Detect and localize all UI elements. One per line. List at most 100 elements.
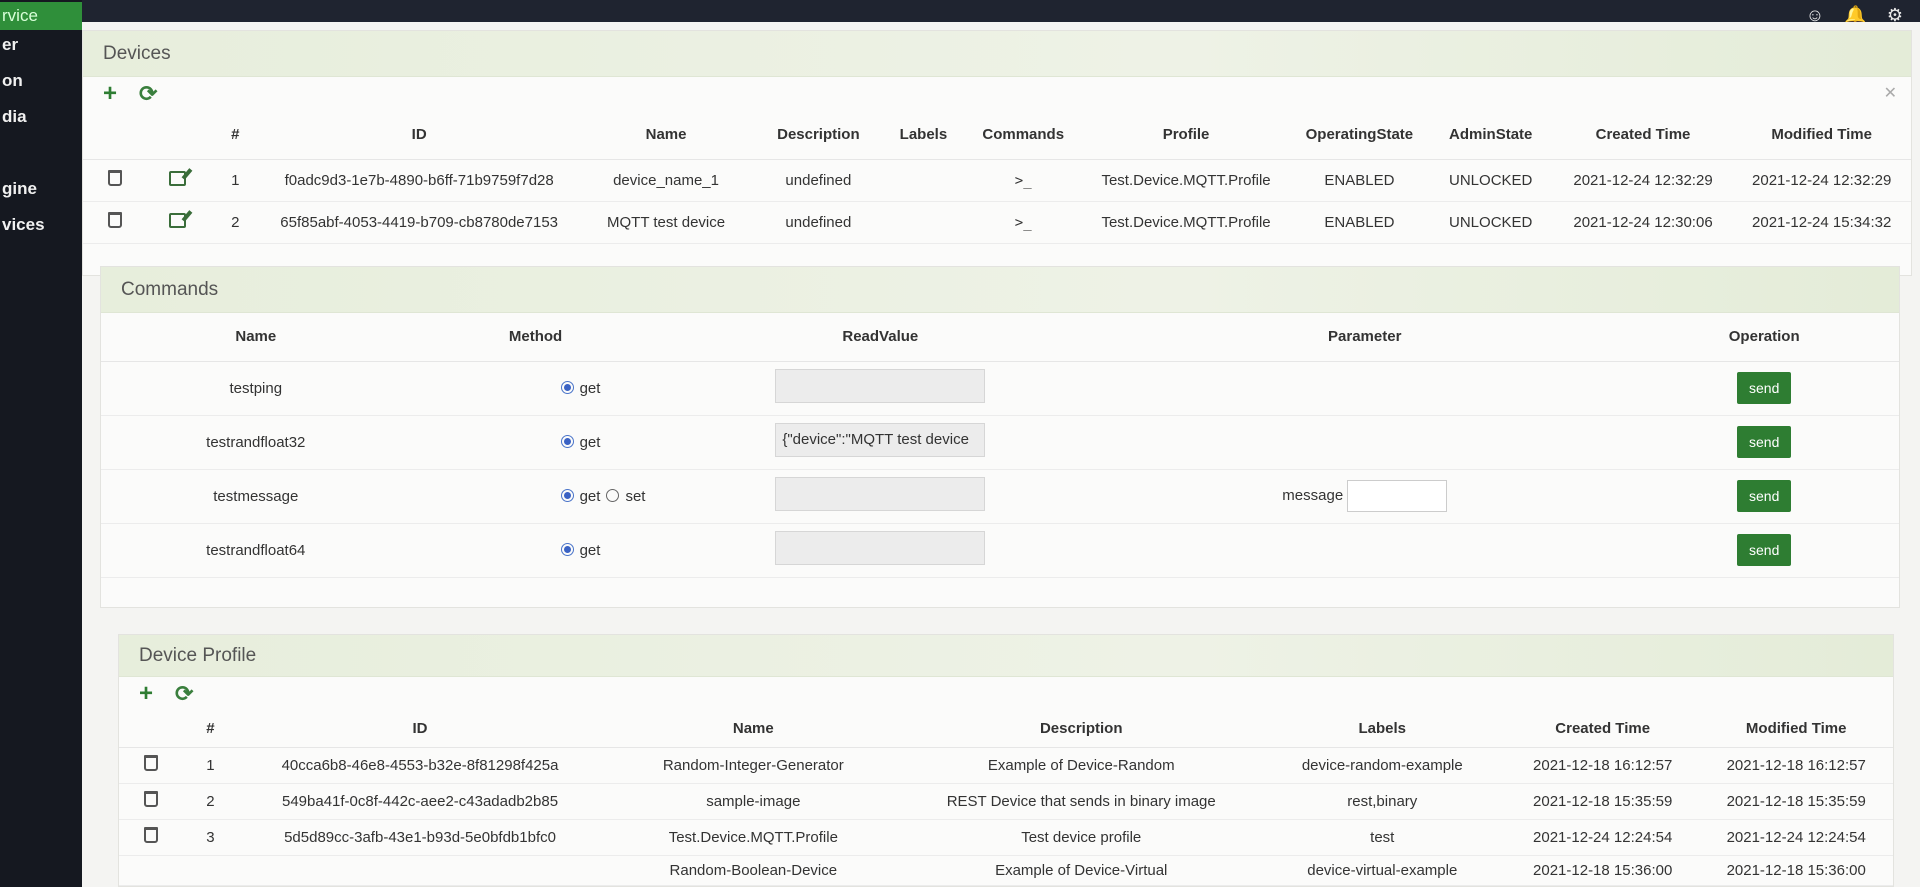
table-row: testrandfloat32 get {"device":"MQTT test… (101, 415, 1899, 470)
device-profile: Test.Device.MQTT.Profile (1081, 159, 1292, 202)
trash-icon[interactable] (144, 791, 159, 807)
command-name: testrandfloat32 (101, 415, 411, 470)
method-get-radio[interactable] (560, 434, 574, 448)
device-created: 2021-12-24 12:30:06 (1553, 201, 1733, 244)
terminal-icon[interactable]: >_ (1015, 173, 1032, 189)
readvalue-field[interactable] (775, 477, 986, 511)
col-cmd-operation: Operation (1629, 313, 1899, 362)
sidebar-item-dia[interactable]: dia (0, 102, 82, 138)
device-description: undefined (755, 201, 882, 244)
profile-id: 549ba41f-0c8f-442c-aee2-c43adadb2b85 (237, 783, 603, 820)
delete-cell (83, 201, 147, 244)
commands-header-row: Name Method ReadValue Parameter Operatio… (101, 313, 1899, 362)
method-cell: get (410, 361, 661, 416)
send-button[interactable]: send (1737, 426, 1792, 458)
terminal-icon[interactable]: >_ (1015, 215, 1032, 231)
profile-description: Test device profile (903, 819, 1259, 856)
col-cmd-readvalue: ReadValue (660, 313, 1101, 362)
col-labels: Labels (881, 111, 966, 160)
sidebar-item-er[interactable]: er (0, 30, 82, 66)
method-cell: get set (410, 469, 661, 524)
refresh-icon[interactable]: ⟳ (175, 682, 193, 706)
trash-icon[interactable] (144, 755, 159, 771)
profile-modified: 2021-12-18 16:12:57 (1699, 747, 1893, 784)
profiles-header-row: # ID Name Description Labels Created Tim… (119, 711, 1893, 748)
profiles-table: # ID Name Description Labels Created Tim… (119, 711, 1893, 886)
readvalue-cell (660, 523, 1101, 578)
readvalue-cell: {"device":"MQTT test device (660, 415, 1101, 470)
refresh-icon[interactable]: ⟳ (139, 82, 157, 106)
device-id: 65f85abf-4053-4419-b709-cb8780de7153 (261, 201, 577, 244)
close-icon[interactable]: ✕ (1884, 83, 1897, 103)
col-admin-state: AdminState (1427, 111, 1554, 160)
parameter-label: message (1282, 486, 1344, 504)
trash-icon[interactable] (107, 212, 122, 228)
col-created-time: Created Time (1553, 111, 1733, 160)
device-description: undefined (755, 159, 882, 202)
device-profile-panel: Device Profile + ⟳ # ID Name Description… (118, 634, 1894, 887)
main-content: Devices ✕ + ⟳ # ID Name Description Labe… (82, 22, 1920, 887)
readvalue-field[interactable] (775, 369, 986, 403)
readvalue-cell (660, 361, 1101, 416)
sidebar-item-service[interactable]: rvice (0, 2, 82, 30)
col-cmd-name: Name (101, 313, 411, 362)
sidebar-item-devices[interactable]: vices (0, 210, 82, 246)
sidebar-item-engine[interactable]: gine (0, 174, 82, 210)
profile-modified: 2021-12-18 15:36:00 (1699, 855, 1893, 886)
method-get-label: get (579, 433, 601, 451)
profile-created: 2021-12-18 15:35:59 (1505, 783, 1700, 820)
col-modified-time: Modified Time (1699, 711, 1893, 748)
command-cell: >_ (965, 201, 1081, 244)
method-get-radio[interactable] (560, 542, 574, 556)
col-modified-time: Modified Time (1732, 111, 1911, 160)
trash-icon[interactable] (107, 170, 122, 186)
send-button[interactable]: send (1737, 480, 1792, 512)
readvalue-cell (660, 469, 1101, 524)
profile-labels: rest,binary (1258, 783, 1506, 820)
profile-modified: 2021-12-18 15:35:59 (1699, 783, 1893, 820)
method-get-label: get (579, 541, 601, 559)
profile-name: Random-Integer-Generator (602, 747, 904, 784)
device-modified: 2021-12-24 12:32:29 (1732, 159, 1911, 202)
devices-toolbar: + ⟳ (83, 77, 1911, 111)
profile-num: 1 (183, 747, 238, 784)
device-id: f0adc9d3-1e7b-4890-b6ff-71b9759f7d28 (261, 159, 577, 202)
readvalue-field[interactable]: {"device":"MQTT test device (775, 423, 986, 457)
method-get-radio[interactable] (560, 488, 574, 502)
edit-cell (146, 201, 210, 244)
commands-title: Commands (101, 267, 1899, 313)
sidebar-item-on[interactable]: on (0, 66, 82, 102)
edit-icon[interactable] (169, 212, 187, 228)
method-get-label: get (579, 379, 601, 397)
trash-icon[interactable] (144, 827, 159, 843)
profile-description: Example of Device-Virtual (903, 855, 1259, 886)
delete-cell (83, 159, 147, 202)
send-button[interactable]: send (1737, 534, 1792, 566)
profile-num: 2 (183, 783, 238, 820)
device-modified: 2021-12-24 15:34:32 (1732, 201, 1911, 244)
profile-id: 40cca6b8-46e8-4553-b32e-8f81298f425a (237, 747, 603, 784)
col-description: Description (903, 711, 1259, 748)
delete-cell (119, 747, 184, 784)
method-get-radio[interactable] (560, 380, 574, 394)
plus-icon[interactable]: + (139, 682, 153, 706)
profile-id (237, 855, 603, 886)
send-button[interactable]: send (1737, 372, 1792, 404)
message-input[interactable] (1347, 480, 1448, 512)
command-name: testmessage (101, 469, 411, 524)
col-commands: Commands (965, 111, 1081, 160)
command-cell: >_ (965, 159, 1081, 202)
readvalue-field[interactable] (775, 531, 986, 565)
col-name: Name (576, 111, 756, 160)
method-set-radio[interactable] (606, 488, 620, 502)
col-delete (119, 711, 184, 748)
table-row: Random-Boolean-Device Example of Device-… (119, 855, 1893, 886)
plus-icon[interactable]: + (103, 82, 117, 106)
device-profile-title: Device Profile (119, 635, 1893, 677)
edit-icon[interactable] (169, 170, 187, 186)
delete-cell (119, 783, 184, 820)
profile-name: Random-Boolean-Device (602, 855, 904, 886)
commands-table: Name Method ReadValue Parameter Operatio… (101, 313, 1899, 578)
col-edit (146, 111, 210, 160)
